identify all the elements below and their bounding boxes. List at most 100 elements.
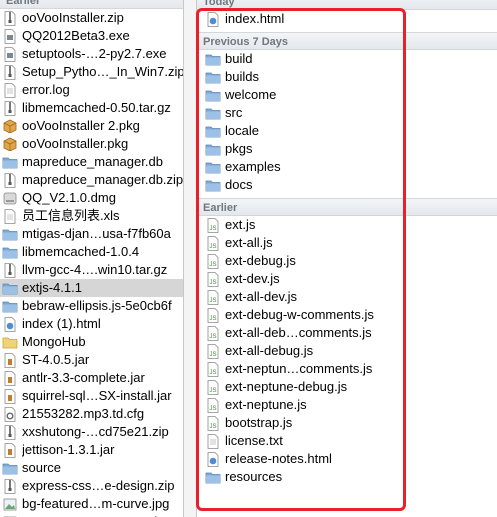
left-file-row[interactable]: setuptools-…2-py2.7.exe: [0, 45, 183, 63]
zip-icon: [2, 424, 18, 440]
right-file-row[interactable]: docs: [197, 176, 497, 194]
js-icon: JS: [205, 325, 221, 341]
right-file-list: Today index.html Previous 7 Days build build…: [197, 0, 497, 486]
file-name-label: license.txt: [225, 433, 283, 448]
zip-icon: [2, 10, 18, 26]
folder-icon: [2, 281, 18, 296]
right-file-row[interactable]: JS ext-all-debug.js: [197, 342, 497, 360]
left-file-row[interactable]: mapreduce_manager.db.zip: [0, 171, 183, 189]
right-file-row[interactable]: JS ext-all-dev.js: [197, 288, 497, 306]
file-name-label: src: [225, 105, 243, 120]
exe-icon: [2, 46, 18, 62]
left-file-row[interactable]: ST-4.0.5.jar: [0, 351, 183, 369]
left-file-row[interactable]: ooVooInstaller.pkg: [0, 135, 183, 153]
left-file-row[interactable]: xxshutong-…cd75e21.zip: [0, 423, 183, 441]
file-name-label: ext-neptune-debug.js: [225, 379, 348, 394]
group-header-earlier: Earlier: [0, 0, 183, 9]
left-file-row[interactable]: bg-featured…m-curve.jpg: [0, 495, 183, 513]
zip-icon: [2, 172, 18, 188]
svg-text:JS: JS: [209, 226, 216, 232]
right-file-row[interactable]: examples: [197, 158, 497, 176]
left-file-row[interactable]: 员工信息列表.xls: [0, 207, 183, 225]
folder-icon: [2, 227, 18, 242]
right-file-row[interactable]: src: [197, 104, 497, 122]
left-file-row[interactable]: ooVooInstaller.zip: [0, 9, 183, 27]
left-file-row[interactable]: bebraw-ellipsis.js-5e0cb6f: [0, 297, 183, 315]
left-file-row[interactable]: jettison-1.3.1.jar: [0, 441, 183, 459]
left-file-row[interactable]: MongoHub: [0, 333, 183, 351]
left-file-row[interactable]: index (1).html: [0, 315, 183, 333]
config-icon: [2, 406, 18, 422]
jar-icon: [2, 370, 18, 386]
folder-icon: [205, 70, 221, 85]
js-icon: JS: [205, 235, 221, 251]
file-name-label: build: [225, 51, 253, 66]
left-file-row[interactable]: QQ_V2.1.0.dmg: [0, 189, 183, 207]
file-name-label: resources: [225, 469, 283, 484]
html-icon: [205, 11, 221, 27]
right-file-row[interactable]: welcome: [197, 86, 497, 104]
left-file-row[interactable]: antlr-3.3-complete.jar: [0, 369, 183, 387]
file-name-label: ext-dev.js: [225, 271, 280, 286]
right-file-row[interactable]: JS ext-neptune.js: [197, 396, 497, 414]
right-file-row[interactable]: JS ext-neptune-debug.js: [197, 378, 497, 396]
right-file-row[interactable]: build: [197, 50, 497, 68]
left-file-row[interactable]: 362338056…93539_5.jpg: [0, 513, 183, 517]
left-file-row[interactable]: llvm-gcc-4….win10.tar.gz: [0, 261, 183, 279]
file-name-label: mapreduce_manager.db.zip: [22, 172, 183, 187]
right-file-row[interactable]: JS bootstrap.js: [197, 414, 497, 432]
file-name-label: ext-debug.js: [225, 253, 296, 268]
html-icon: [205, 451, 221, 467]
file-name-label: index.html: [225, 11, 285, 26]
right-file-row[interactable]: builds: [197, 68, 497, 86]
js-icon: JS: [205, 415, 221, 431]
svg-text:JS: JS: [209, 280, 216, 286]
file-name-label: locale: [225, 123, 259, 138]
right-file-row[interactable]: JS ext-all.js: [197, 234, 497, 252]
left-file-row[interactable]: libmemcached-1.0.4: [0, 243, 183, 261]
left-file-row[interactable]: mtigas-djan…usa-f7fb60a: [0, 225, 183, 243]
right-file-row[interactable]: resources: [197, 468, 497, 486]
left-file-row[interactable]: ooVooInstaller 2.pkg: [0, 117, 183, 135]
left-file-row[interactable]: 21553282.mp3.td.cfg: [0, 405, 183, 423]
file-name-label: ext.js: [225, 217, 256, 232]
right-file-row[interactable]: JS ext-neptun…comments.js: [197, 360, 497, 378]
right-file-row[interactable]: release-notes.html: [197, 450, 497, 468]
jar-icon: [2, 352, 18, 368]
left-file-row[interactable]: libmemcached-0.50.tar.gz: [0, 99, 183, 117]
left-file-row[interactable]: extjs-4.1.1: [0, 279, 183, 297]
right-file-row[interactable]: JS ext-dev.js: [197, 270, 497, 288]
file-name-label: mapreduce_manager.db: [22, 154, 163, 169]
right-file-row[interactable]: pkgs: [197, 140, 497, 158]
right-file-row[interactable]: index.html: [197, 10, 497, 28]
left-file-row[interactable]: QQ2012Beta3.exe: [0, 27, 183, 45]
file-name-label: 362338056…93539_5.jpg: [22, 513, 172, 517]
right-file-row[interactable]: JS ext-debug.js: [197, 252, 497, 270]
folder-icon: [205, 124, 221, 139]
right-file-row[interactable]: locale: [197, 122, 497, 140]
svg-text:JS: JS: [209, 244, 216, 250]
document-icon: [2, 82, 18, 98]
right-file-row[interactable]: JS ext-all-deb…comments.js: [197, 324, 497, 342]
js-icon: JS: [205, 289, 221, 305]
js-icon: JS: [205, 397, 221, 413]
group-header-previous-7-days: Previous 7 Days: [197, 32, 497, 50]
js-icon: JS: [205, 253, 221, 269]
left-file-row[interactable]: express-css…e-design.zip: [0, 477, 183, 495]
column-resize-divider[interactable]: [183, 0, 197, 517]
left-file-row[interactable]: error.log: [0, 81, 183, 99]
image-icon: [2, 497, 18, 512]
left-file-row[interactable]: squirrel-sql…SX-install.jar: [0, 387, 183, 405]
file-name-label: release-notes.html: [225, 451, 332, 466]
left-file-row[interactable]: source: [0, 459, 183, 477]
left-file-row[interactable]: Setup_Pytho…_In_Win7.zip: [0, 63, 183, 81]
folder-icon: [2, 245, 18, 260]
file-name-label: pkgs: [225, 141, 253, 156]
right-file-row[interactable]: license.txt: [197, 432, 497, 450]
js-icon: JS: [205, 271, 221, 287]
right-file-row[interactable]: JS ext-debug-w-comments.js: [197, 306, 497, 324]
right-file-row[interactable]: JS ext.js: [197, 216, 497, 234]
left-file-row[interactable]: mapreduce_manager.db: [0, 153, 183, 171]
file-name-label: ext-neptun…comments.js: [225, 361, 373, 376]
svg-text:JS: JS: [209, 298, 216, 304]
